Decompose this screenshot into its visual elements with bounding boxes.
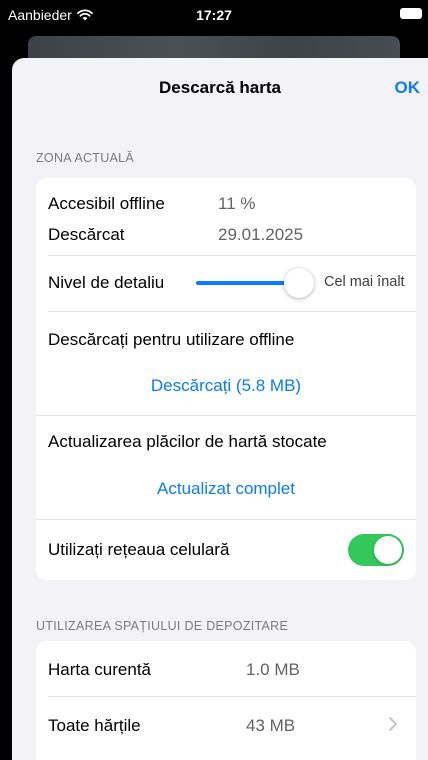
current-map-row: Harta curentă 1.0 MB	[36, 641, 416, 697]
cellular-row: Utilizați rețeaua celulară	[36, 520, 416, 580]
update-tiles-row: Actualizarea plăcilor de hartă stocate A…	[36, 416, 416, 520]
ok-button[interactable]: OK	[395, 78, 421, 98]
detail-level-slider-knob[interactable]	[284, 268, 314, 298]
status-bar: Aanbieder 17:27	[0, 0, 428, 36]
downloaded-value: 29.01.2025	[218, 225, 304, 244]
cellular-toggle[interactable]	[348, 534, 404, 566]
detail-level-label: Nivel de detaliu	[48, 273, 165, 292]
download-map-sheet: Descarcă harta OK ZONA ACTUALĂ Accesibil…	[12, 58, 428, 760]
download-button[interactable]: Descărcați (5.8 MB)	[36, 376, 416, 396]
current-map-size: 1.0 MB	[246, 660, 300, 679]
download-offline-title: Descărcați pentru utilizare offline	[48, 330, 295, 349]
update-tiles-title: Actualizarea plăcilor de hartă stocate	[48, 432, 327, 451]
current-map-label: Harta curentă	[48, 660, 151, 679]
map-background	[28, 36, 400, 60]
battery-icon	[400, 8, 422, 19]
detail-level-max-label: Cel mai înalt	[324, 274, 405, 290]
update-button[interactable]: Actualizat complet	[36, 479, 416, 499]
cellular-label: Utilizați rețeaua celulară	[48, 540, 230, 559]
all-maps-size: 43 MB	[246, 716, 296, 735]
all-maps-label: Toate hărțile	[48, 716, 141, 735]
status-time: 17:27	[196, 7, 232, 23]
all-maps-row[interactable]: Toate hărțile 43 MB	[36, 697, 416, 753]
offline-value: 11 %	[218, 194, 256, 213]
section-header-current-zone: ZONA ACTUALĂ	[36, 151, 135, 165]
offline-label: Accesibil offline	[48, 194, 165, 213]
storage-group: Harta curentă 1.0 MB Toate hărțile 43 MB	[36, 641, 416, 760]
section-header-storage: UTILIZAREA SPAȚIULUI DE DEPOZITARE	[36, 619, 289, 633]
downloaded-label: Descărcat	[48, 225, 125, 244]
current-zone-group: Accesibil offline 11 % Descărcat 29.01.2…	[36, 178, 416, 580]
detail-level-row: Nivel de detaliu Cel mai înalt	[36, 256, 416, 312]
chevron-right-icon	[389, 717, 397, 731]
toggle-knob	[374, 536, 402, 564]
offline-info-row: Accesibil offline 11 % Descărcat 29.01.2…	[36, 178, 416, 256]
download-offline-row: Descărcați pentru utilizare offline Desc…	[36, 312, 416, 416]
page-title: Descarcă harta	[159, 78, 281, 97]
detail-level-slider-track[interactable]	[196, 281, 294, 285]
